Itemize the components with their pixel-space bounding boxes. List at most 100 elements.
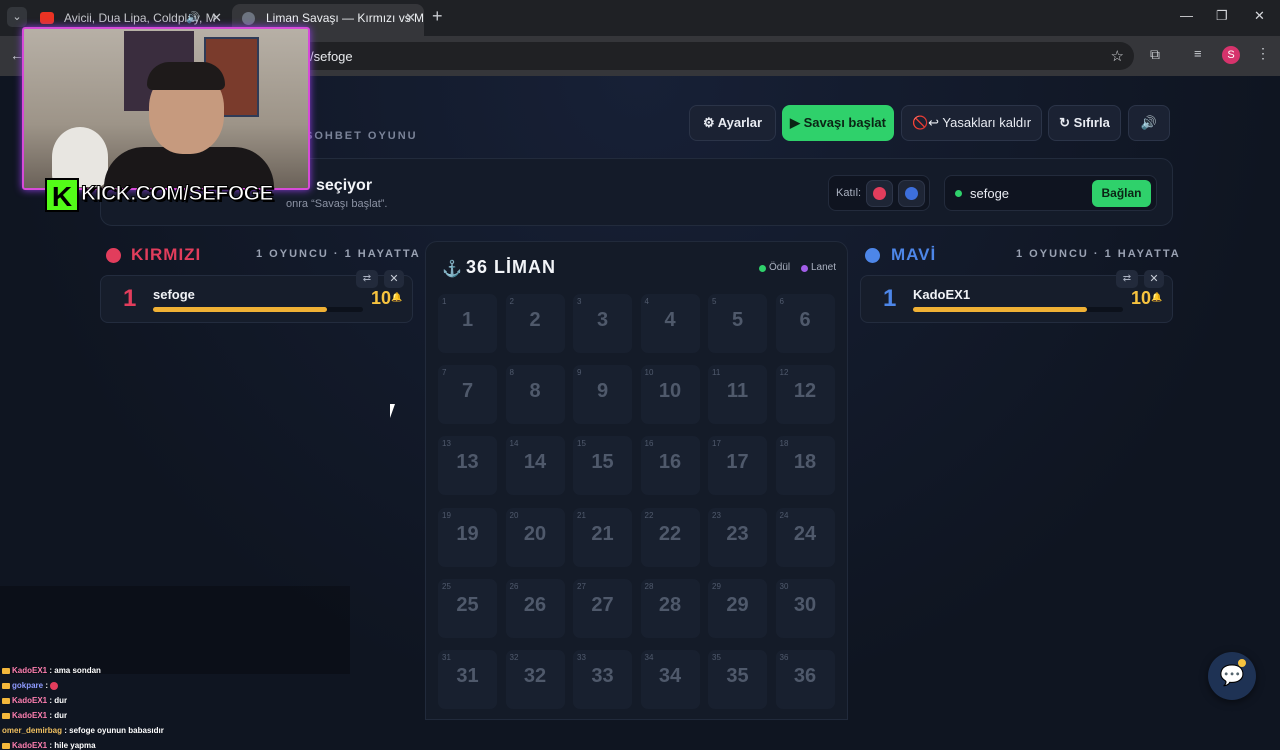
chat-text: : dur — [49, 711, 68, 720]
cell-number: 10 — [658, 380, 682, 403]
chat-username: KadoEX1 — [12, 696, 48, 705]
harbor-cell[interactable]: 23 23 — [708, 507, 767, 567]
harbor-cell[interactable]: 77 — [438, 365, 497, 425]
swap-team-icon[interactable]: ⇄ — [1116, 270, 1138, 288]
cell-number: 21 — [591, 522, 614, 545]
harbor-cell[interactable]: 88 — [505, 365, 565, 425]
connection-status-dot — [955, 190, 962, 197]
harbor-cell[interactable]: 33 — [573, 294, 632, 353]
chat-username: KadoEX1 — [12, 741, 48, 750]
tab-search-icon[interactable]: ⌄ — [7, 7, 27, 27]
cell-index: 27 — [577, 581, 586, 591]
chat-text: : sefoge oyunun babasıdır — [64, 726, 164, 735]
anchor-icon: ⚓ — [442, 261, 462, 278]
harbor-cell[interactable]: 31 31 — [438, 650, 497, 709]
remove-player-icon[interactable]: ✕ — [384, 270, 404, 288]
harbor-cell[interactable]: 55 — [708, 294, 767, 353]
notification-dot — [1238, 659, 1246, 667]
harbor-cell[interactable]: 34 34 — [640, 650, 700, 709]
harbor-cell[interactable]: 99 — [573, 365, 632, 425]
harbor-cell[interactable]: 13 13 — [438, 436, 497, 496]
profile-avatar[interactable]: S — [1222, 46, 1240, 64]
cell-index: 6 — [779, 297, 784, 306]
streamer-hair — [147, 62, 225, 90]
harbor-cell[interactable]: 36 36 — [775, 650, 835, 709]
harbor-cell[interactable]: 66 — [775, 294, 835, 353]
harbor-cell[interactable]: 33 33 — [573, 650, 632, 709]
channel-input[interactable]: sefoge — [970, 186, 1009, 201]
cell-number: 20 — [523, 522, 547, 545]
join-blue-button[interactable] — [898, 180, 925, 207]
cell-index: 7 — [442, 368, 447, 378]
join-red-button[interactable] — [866, 180, 893, 207]
harbor-cell[interactable]: 29 29 — [708, 578, 767, 638]
cell-index: 22 — [644, 510, 654, 520]
chat-bubble-icon[interactable]: 💬 — [1208, 652, 1256, 700]
chat-text: : — [45, 681, 49, 690]
join-label: Katıl: — [836, 187, 862, 199]
harbor-cell[interactable]: 19 19 — [438, 507, 497, 567]
harbor-cell[interactable]: 16 16 — [640, 436, 700, 496]
harbor-cell[interactable]: 26 26 — [505, 578, 565, 638]
harbor-cell[interactable]: 44 — [640, 294, 700, 353]
harbor-cell[interactable]: 35 35 — [708, 650, 767, 709]
harbor-cell[interactable]: 17 17 — [708, 436, 767, 496]
window-close-icon[interactable]: ✕ — [1254, 8, 1265, 24]
sound-toggle-button[interactable]: 🔊 — [1128, 105, 1170, 141]
harbor-cell[interactable]: 27 27 — [573, 578, 632, 638]
harbor-cell[interactable]: 21 21 — [573, 507, 632, 567]
blue-team-count: 1 OYUNCU · 1 HAYATTA — [1016, 248, 1181, 260]
harbor-cell[interactable]: 11 11 — [708, 365, 767, 425]
cell-number: 15 — [591, 451, 614, 474]
red-team-title: KIRMIZI — [131, 245, 202, 264]
life-bar-fill — [913, 307, 1088, 312]
cell-index: 18 — [779, 439, 789, 449]
harbor-cell[interactable]: 12 12 — [775, 365, 835, 425]
harbor-cell[interactable]: 30 30 — [775, 578, 835, 638]
harbor-cell[interactable]: 32 32 — [505, 650, 565, 709]
media-control-icon[interactable]: ≡ — [1194, 46, 1202, 61]
harbor-cell[interactable]: 28 28 — [640, 578, 700, 638]
chat-badge-icon — [2, 742, 10, 749]
cell-number: 6 — [799, 309, 811, 331]
swap-team-icon[interactable]: ⇄ — [356, 270, 378, 288]
new-tab-icon[interactable]: + — [432, 6, 443, 27]
start-battle-button[interactable]: ▶ Savaşı başlat — [782, 105, 894, 141]
cell-index: 9 — [577, 368, 582, 378]
close-tab-icon[interactable]: ✕ — [405, 4, 416, 32]
chat-message: KadoEX1 : ama sondan — [2, 666, 101, 675]
status-description: onra “Savaşı başlat”. — [286, 198, 388, 210]
harbor-cell[interactable]: 24 24 — [775, 507, 835, 567]
harbor-cell[interactable]: 14 14 — [505, 436, 565, 496]
cell-index: 30 — [779, 581, 789, 591]
player-life-bar — [153, 307, 363, 312]
minimize-icon[interactable]: — — [1180, 8, 1193, 23]
kebab-menu-icon[interactable]: ⋮ — [1256, 45, 1270, 62]
harbor-cell[interactable]: 15 15 — [573, 436, 632, 496]
red-team-dot — [106, 248, 121, 263]
cell-index: 28 — [644, 581, 654, 591]
settings-button[interactable]: ⚙ Ayarlar — [689, 105, 776, 141]
harbor-cell[interactable]: 11 — [438, 294, 497, 353]
extensions-icon[interactable]: ⧉ — [1150, 46, 1160, 63]
harbor-cell[interactable]: 22 — [505, 294, 565, 353]
harbor-cell[interactable]: 22 22 — [640, 507, 700, 567]
remove-player-icon[interactable]: ✕ — [1144, 270, 1164, 288]
harbor-cell[interactable]: 18 18 — [775, 436, 835, 496]
cell-number: 12 — [793, 380, 817, 403]
restore-icon[interactable]: ❐ — [1216, 8, 1228, 24]
cell-index: 31 — [442, 653, 451, 662]
page-subtitle: SOHBET OYUNU — [305, 130, 418, 142]
cell-index: 17 — [712, 439, 721, 449]
harbor-cell[interactable]: 20 20 — [505, 507, 565, 567]
reset-button[interactable]: ↻ Sıfırla — [1048, 105, 1121, 141]
remove-bans-button[interactable]: 🚫↩ Yasakları kaldır — [901, 105, 1042, 141]
board-title: 36 LİMAN — [466, 257, 557, 277]
connect-button[interactable]: Bağlan — [1092, 180, 1151, 207]
cell-index: 13 — [442, 439, 451, 449]
harbor-cell[interactable]: 25 25 — [438, 578, 497, 638]
curse-legend-dot — [801, 265, 808, 272]
bookmark-star-icon[interactable]: ☆ — [1111, 47, 1124, 65]
harbor-cell[interactable]: 10 10 — [640, 365, 700, 425]
reward-legend-label: Ödül — [769, 262, 791, 273]
